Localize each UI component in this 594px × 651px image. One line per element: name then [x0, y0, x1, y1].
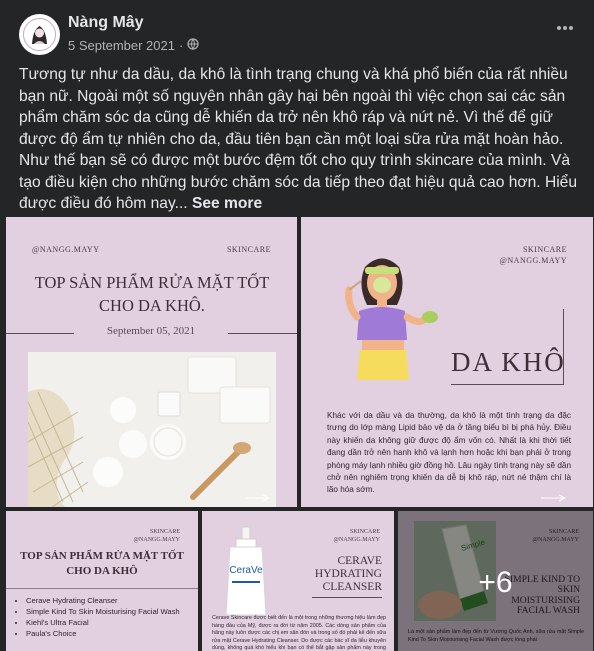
gallery-image-4[interactable]: SKINCARE @NANGG.MAYY CeraVe CERAVE HYDRA…: [202, 511, 394, 651]
tile4-handle: @NANGG.MAYY: [333, 537, 380, 543]
post-body: Tương tự như da dầu, da khô là tình trạn…: [19, 66, 578, 212]
post-meta: 5 September 2021 ·: [68, 38, 199, 53]
tile4-underline: [312, 597, 382, 598]
tile2-category: SKINCARE: [522, 245, 567, 254]
tile3-title: TOP SẢN PHẨM RỬA MẶT TỐT CHO DA KHÔ: [20, 550, 184, 577]
cerave-bottle: CeraVe: [218, 525, 278, 617]
gallery-image-3[interactable]: SKINCARE @NANGG.MAYY TOP SẢN PHẨM RỬA MẶ…: [6, 511, 198, 651]
more-options-icon[interactable]: [556, 20, 574, 31]
tile4-title: CERAVE HYDRATING CLEANSER: [314, 555, 382, 593]
divider-left: [6, 333, 74, 334]
tile2-underline: [451, 384, 564, 385]
post-date[interactable]: 5 September 2021: [68, 38, 175, 53]
more-photos-count: +6: [478, 566, 513, 599]
tile3-category: SKINCARE: [149, 529, 180, 535]
list-item: Cerave Hydrating Cleanser: [26, 595, 198, 606]
girl-illustration: [327, 245, 447, 385]
list-item: Simple Kind To Skin Moisturising Facial …: [26, 606, 198, 617]
tile1-handle: @NANGG.MAYY: [32, 245, 100, 254]
photo-gallery: @NANGG.MAYY SKINCARE TOP SẢN PHẨM RỬA MẶ…: [0, 213, 594, 651]
arrow-icon: [245, 489, 271, 507]
arrow-icon: [541, 489, 567, 507]
list-item: Paula's Choice: [26, 628, 198, 639]
tile1-category: SKINCARE: [226, 245, 271, 254]
list-item: Kiehl's Ultra Facial: [26, 617, 198, 628]
gallery-image-2[interactable]: SKINCARE @NANGG.MAYY DA KHÔ Khác với da …: [301, 217, 593, 507]
tile1-date: September 05, 2021: [106, 325, 196, 337]
divider-right: [228, 333, 297, 334]
gallery-image-5[interactable]: SKINCARE @NANGG.MAYY Simple SIMPLE KIND …: [398, 511, 593, 651]
bottle-label: CeraVe: [229, 565, 263, 576]
gallery-image-1[interactable]: @NANGG.MAYY SKINCARE TOP SẢN PHẨM RỬA MẶ…: [6, 217, 297, 507]
tile4-body: Cerave Skincare được biết đến là một tro…: [212, 615, 386, 651]
tile2-title: DA KHÔ: [451, 347, 566, 377]
tile2-handle: @NANGG.MAYY: [499, 256, 567, 265]
tile3-handle: @NANGG.MAYY: [133, 537, 180, 543]
author-avatar[interactable]: [19, 14, 60, 55]
globe-icon: [187, 38, 199, 53]
meta-separator: ·: [178, 38, 184, 53]
post-header: Nàng Mây 5 September 2021 ·: [0, 0, 594, 62]
more-photos-overlay[interactable]: +6: [398, 511, 593, 651]
tile2-body: Khác với da dầu và da thường, da khô là …: [327, 411, 571, 495]
tile3-list: Cerave Hydrating Cleanser Simple Kind To…: [14, 595, 198, 639]
see-more-link[interactable]: See more: [192, 195, 262, 212]
tile4-category: SKINCARE: [349, 529, 380, 535]
author-name[interactable]: Nàng Mây: [68, 14, 144, 32]
tile3-divider: [6, 588, 198, 589]
post-text: Tương tự như da dầu, da khô là tình trạn…: [19, 64, 579, 215]
tile1-photo: [28, 352, 276, 507]
tile1-title: TOP SẢN PHẨM RỬA MẶT TỐT CHO DA KHÔ.: [34, 273, 270, 315]
